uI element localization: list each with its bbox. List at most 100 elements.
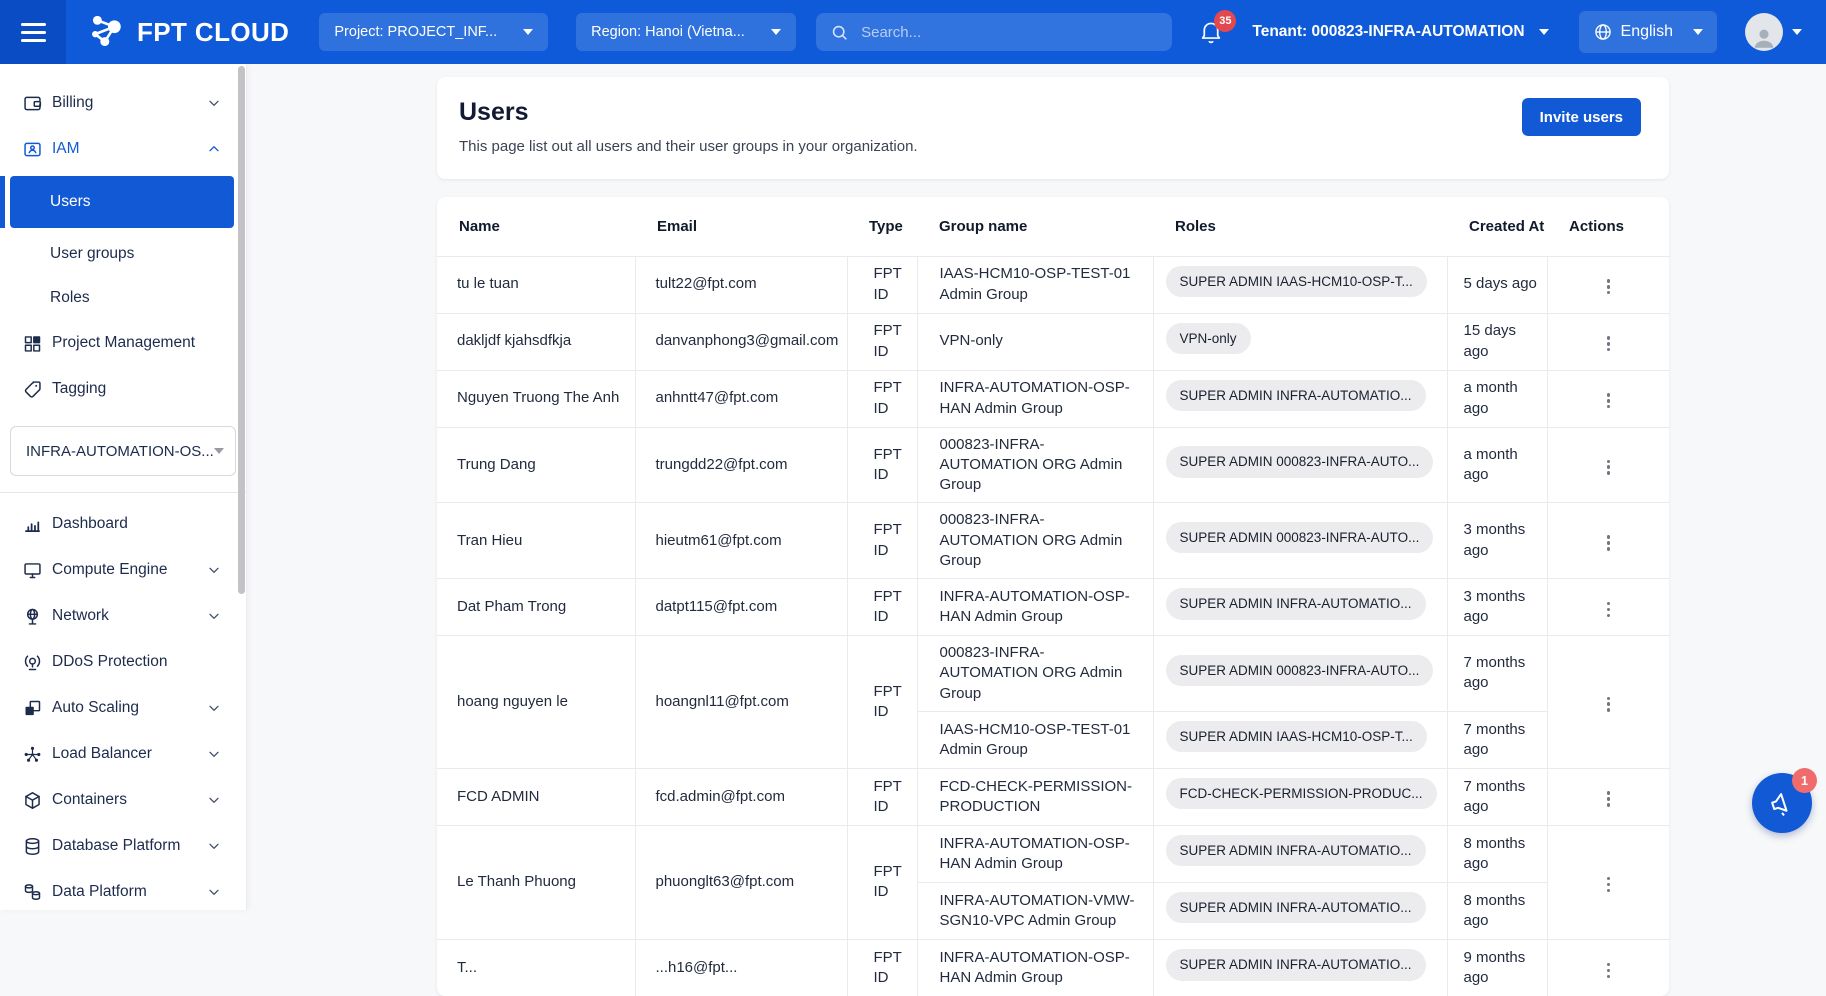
- kebab-menu-button[interactable]: [1601, 871, 1616, 898]
- kebab-menu-button[interactable]: [1601, 387, 1616, 414]
- user-roles-cell: SUPER ADMIN INFRA-AUTOMATIO...: [1153, 825, 1447, 882]
- tag-icon: [22, 379, 43, 400]
- sidebar-item-label: IAM: [52, 140, 206, 158]
- column-header-type: Type: [847, 197, 917, 256]
- chevron-down-icon: [1792, 29, 1802, 35]
- sidebar-item-compute-engine[interactable]: Compute Engine: [0, 547, 246, 593]
- user-email-cell: fcd.admin@fpt.com: [635, 768, 847, 825]
- table-row: Dat Pham Trongdatpt115@fpt.comFPT IDINFR…: [437, 579, 1669, 636]
- table-row: T......h16@fpt...FPT IDINFRA-AUTOMATION-…: [437, 939, 1669, 996]
- sidebar-item-roles[interactable]: Roles: [10, 276, 234, 320]
- brand-name: FPT CLOUD: [137, 17, 289, 48]
- sidebar-item-data-platform[interactable]: Data Platform: [0, 869, 246, 915]
- language-label: English: [1621, 23, 1673, 41]
- project-selector-label: Project: PROJECT_INF...: [334, 24, 497, 40]
- user-roles-cell: SUPER ADMIN INFRA-AUTOMATIO...: [1153, 579, 1447, 636]
- created-at-cell: 9 months ago: [1447, 939, 1547, 996]
- user-type-cell: FPT ID: [847, 579, 917, 636]
- role-badge: SUPER ADMIN IAAS-HCM10-OSP-T...: [1166, 721, 1427, 753]
- sidebar-item-database-platform[interactable]: Database Platform: [0, 823, 246, 869]
- project-selector[interactable]: Project: PROJECT_INF...: [319, 13, 548, 51]
- role-badge: SUPER ADMIN INFRA-AUTOMATIO...: [1166, 892, 1426, 924]
- column-header-created-at: Created At: [1447, 197, 1547, 256]
- actions-cell: [1547, 825, 1669, 939]
- sidebar-item-iam[interactable]: IAM: [0, 126, 246, 172]
- megaphone-icon: [1767, 788, 1797, 818]
- kebab-menu-button[interactable]: [1601, 596, 1616, 623]
- user-name-cell: FCD ADMIN: [437, 768, 635, 825]
- group-name-cell: VPN-only: [917, 313, 1153, 370]
- kebab-menu-button[interactable]: [1601, 330, 1616, 357]
- user-name-cell: Tran Hieu: [437, 503, 635, 579]
- user-roles-cell: VPN-only: [1153, 313, 1447, 370]
- actions-cell: [1547, 313, 1669, 370]
- kebab-menu-button[interactable]: [1601, 454, 1616, 481]
- role-badge: FCD-CHECK-PERMISSION-PRODUC...: [1166, 778, 1437, 810]
- group-name-cell: INFRA-AUTOMATION-VMW-SGN10-VPC Admin Gro…: [917, 882, 1153, 939]
- table-row: dakljdf kjahsdfkjadanvanphong3@gmail.com…: [437, 313, 1669, 370]
- kebab-menu-button[interactable]: [1601, 273, 1616, 300]
- sidebar-item-billing[interactable]: Billing: [0, 80, 246, 126]
- global-search: [816, 13, 1172, 51]
- sidebar-item-user-groups[interactable]: User groups: [10, 232, 234, 276]
- announcements-fab[interactable]: 1: [1752, 773, 1812, 833]
- kebab-menu-button[interactable]: [1601, 957, 1616, 984]
- user-type-cell: FPT ID: [847, 313, 917, 370]
- user-type-cell: FPT ID: [847, 768, 917, 825]
- page-subtitle: This page list out all users and their u…: [459, 138, 918, 155]
- kebab-menu-button[interactable]: [1601, 785, 1616, 812]
- group-name-cell: 000823-INFRA-AUTOMATION ORG Admin Group: [917, 427, 1153, 503]
- created-at-cell: a month ago: [1447, 370, 1547, 427]
- sidebar-item-label: Containers: [52, 791, 206, 809]
- sidebar-item-label: Network: [52, 607, 206, 625]
- column-header-name: Name: [437, 197, 635, 256]
- group-name-cell: 000823-INFRA-AUTOMATION ORG Admin Group: [917, 636, 1153, 712]
- hamburger-menu-button[interactable]: [0, 0, 66, 64]
- cube-icon: [22, 790, 43, 811]
- kebab-menu-button[interactable]: [1601, 529, 1616, 556]
- sidebar-item-label: Load Balancer: [52, 745, 206, 763]
- group-name-cell: INFRA-AUTOMATION-OSP-HAN Admin Group: [917, 825, 1153, 882]
- language-selector[interactable]: English: [1579, 11, 1717, 53]
- kebab-menu-button[interactable]: [1601, 691, 1616, 718]
- project-scope-value: INFRA-AUTOMATION-OS...: [26, 443, 214, 460]
- created-at-cell: 8 months ago: [1447, 825, 1547, 882]
- table-row: Le Thanh Phuongphuonglt63@fpt.comFPT IDI…: [437, 825, 1669, 882]
- user-type-cell: FPT ID: [847, 825, 917, 939]
- id-card-icon: [22, 139, 43, 160]
- top-navbar: FPT CLOUD Project: PROJECT_INF... Region…: [0, 0, 1826, 64]
- user-email-cell: trungdd22@fpt.com: [635, 427, 847, 503]
- role-badge: SUPER ADMIN 000823-INFRA-AUTO...: [1166, 522, 1434, 554]
- region-selector[interactable]: Region: Hanoi (Vietna...: [576, 13, 796, 51]
- sidebar-item-tagging[interactable]: Tagging: [0, 366, 246, 412]
- sidebar-item-ddos-protection[interactable]: DDoS Protection: [0, 639, 246, 685]
- tenant-selector[interactable]: Tenant: 000823-INFRA-AUTOMATION: [1252, 23, 1548, 41]
- sidebar-item-label: Auto Scaling: [52, 699, 206, 717]
- notifications-button[interactable]: 35: [1198, 19, 1224, 45]
- main-content: Users This page list out all users and t…: [247, 64, 1826, 996]
- user-menu[interactable]: [1745, 13, 1802, 51]
- sidebar-item-dashboard[interactable]: Dashboard: [0, 501, 246, 547]
- user-roles-cell: SUPER ADMIN 000823-INFRA-AUTO...: [1153, 636, 1447, 712]
- sidebar-subitem-label: Users: [50, 193, 90, 211]
- sidebar-item-project-management[interactable]: Project Management: [0, 320, 246, 366]
- person-icon: [1751, 25, 1777, 51]
- user-type-cell: FPT ID: [847, 939, 917, 996]
- chevron-down-icon: [206, 838, 222, 854]
- sidebar-scrollbar[interactable]: [238, 66, 245, 594]
- group-name-cell: FCD-CHECK-PERMISSION-PRODUCTION: [917, 768, 1153, 825]
- sidebar-item-auto-scaling[interactable]: Auto Scaling: [0, 685, 246, 731]
- sidebar-item-containers[interactable]: Containers: [0, 777, 246, 823]
- search-input[interactable]: [859, 23, 1158, 42]
- sidebar-item-load-balancer[interactable]: Load Balancer: [0, 731, 246, 777]
- chevron-down-icon: [214, 448, 224, 454]
- notification-count-badge: 35: [1214, 10, 1236, 32]
- project-scope-select[interactable]: INFRA-AUTOMATION-OS...: [10, 426, 236, 476]
- user-name-cell: Dat Pham Trong: [437, 579, 635, 636]
- chevron-down-icon: [771, 29, 781, 35]
- fpt-cloud-logo: FPT CLOUD: [88, 15, 289, 49]
- sidebar-item-network[interactable]: Network: [0, 593, 246, 639]
- role-badge: SUPER ADMIN 000823-INFRA-AUTO...: [1166, 446, 1434, 478]
- invite-users-button[interactable]: Invite users: [1522, 98, 1641, 136]
- sidebar-item-users[interactable]: Users: [10, 176, 234, 228]
